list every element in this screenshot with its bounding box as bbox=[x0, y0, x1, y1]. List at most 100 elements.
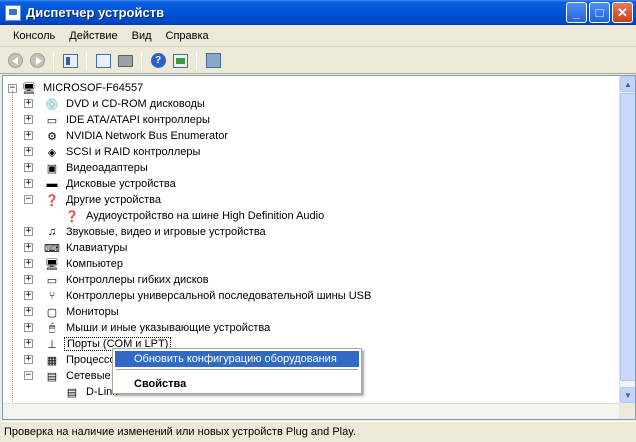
tree-category[interactable]: + ⑂ Контроллеры универсальной последовател… bbox=[24, 288, 373, 304]
collapse-toggle[interactable]: − bbox=[24, 195, 33, 204]
network-card-icon: ▤ bbox=[46, 370, 58, 383]
display-adapter-icon: ▣ bbox=[46, 162, 58, 175]
tree-category[interactable]: + ♫ Звуковые, видео и игровые устройства bbox=[24, 224, 268, 240]
tree-category[interactable]: + ▢ Мониторы bbox=[24, 304, 121, 320]
expand-toggle[interactable]: + bbox=[24, 259, 33, 268]
menu-separator bbox=[116, 369, 358, 370]
scroll-thumb[interactable] bbox=[620, 93, 635, 381]
tree-category[interactable]: + ◈ SCSI и RAID контроллеры bbox=[24, 144, 202, 160]
computer-icon: 🖥 bbox=[45, 258, 59, 271]
scsi-controller-icon: ◈ bbox=[47, 146, 57, 159]
expand-toggle[interactable]: + bbox=[24, 323, 33, 332]
tree-category-label: Другие устройства bbox=[66, 194, 161, 206]
view-button[interactable] bbox=[171, 52, 189, 70]
tree-category-label: Мыши и иные указывающие устройства bbox=[66, 322, 271, 334]
tree-category[interactable]: + ▬ Дисковые устройства bbox=[24, 176, 178, 192]
tree-category-label: NVIDIA Network Bus Enumerator bbox=[66, 130, 229, 142]
tree-category[interactable]: + ▣ Видеоадаптеры bbox=[24, 160, 150, 176]
close-button[interactable]: ✕ bbox=[612, 2, 633, 23]
speaker-icon: ♫ bbox=[47, 226, 57, 238]
maximize-button[interactable]: □ bbox=[589, 2, 610, 23]
scan-hardware-button[interactable] bbox=[204, 52, 222, 70]
context-menu: Обновить конфигурацию оборудования Свойс… bbox=[112, 348, 362, 394]
vertical-scrollbar[interactable]: ▲ ▼ bbox=[619, 76, 635, 403]
view-icon bbox=[172, 53, 188, 68]
window-controls: _ □ ✕ bbox=[566, 2, 633, 23]
network-card-icon: ▤ bbox=[66, 386, 78, 399]
collapse-toggle[interactable]: − bbox=[24, 371, 33, 380]
menu-view[interactable]: Вид bbox=[125, 30, 159, 42]
tree-category[interactable]: + ⌨ Клавиатуры bbox=[24, 240, 129, 256]
tree-root[interactable]: − 🖥 MICROSOF-F64557 bbox=[8, 80, 145, 96]
menu-action[interactable]: Действие bbox=[62, 30, 124, 42]
scan-hardware-icon bbox=[205, 53, 221, 68]
scrollbar-corner bbox=[619, 403, 635, 419]
help-icon: ? bbox=[150, 53, 166, 68]
usb-icon: ⑂ bbox=[48, 290, 56, 302]
expand-toggle[interactable]: + bbox=[24, 291, 33, 300]
properties-button[interactable] bbox=[94, 52, 112, 70]
status-bar: Проверка на наличие изменений или новых … bbox=[0, 421, 636, 442]
mouse-icon: 🖱 bbox=[48, 321, 56, 334]
help-button[interactable]: ? bbox=[149, 52, 167, 70]
tree-category[interactable]: − ❓ Другие устройства bbox=[24, 192, 163, 208]
menu-console[interactable]: Консоль bbox=[6, 30, 62, 42]
show-hide-tree-button[interactable] bbox=[61, 52, 79, 70]
horizontal-scrollbar[interactable] bbox=[3, 403, 620, 419]
tree-category-label: SCSI и RAID контроллеры bbox=[66, 146, 201, 158]
expand-toggle[interactable]: + bbox=[24, 163, 33, 172]
tree-category-label: Видеоадаптеры bbox=[66, 162, 148, 174]
status-text: Проверка на наличие изменений или новых … bbox=[4, 426, 356, 438]
tree-category[interactable]: + ▭ Контроллеры гибких дисков bbox=[24, 272, 211, 288]
expand-toggle[interactable]: + bbox=[24, 355, 33, 364]
tree-device[interactable]: ❓ Аудиоустройство на шине High Definition… bbox=[64, 208, 326, 224]
menu-bar: Консоль Действие Вид Справка bbox=[0, 25, 636, 47]
toolbar: ? bbox=[0, 48, 636, 74]
gear-icon: ⚙ bbox=[47, 130, 57, 143]
root-label: MICROSOF-F64557 bbox=[43, 82, 144, 94]
minimize-button[interactable]: _ bbox=[566, 2, 587, 23]
tree-category-label: Дисковые устройства bbox=[66, 178, 176, 190]
window-title: Диспетчер устройств bbox=[26, 5, 165, 20]
expand-toggle[interactable]: + bbox=[24, 115, 33, 124]
title-bar[interactable]: Диспетчер устройств _ □ ✕ bbox=[0, 0, 636, 25]
menu-properties[interactable]: Свойства bbox=[115, 376, 359, 392]
tree-category[interactable]: + 💿 DVD и CD-ROM дисководы bbox=[24, 96, 207, 112]
tree-device-label: Аудиоустройство на шине High Definition … bbox=[86, 210, 325, 222]
forward-button[interactable] bbox=[28, 52, 46, 70]
computer-icon: 🖥 bbox=[22, 82, 36, 95]
tree-category-label: Звуковые, видео и игровые устройства bbox=[66, 226, 266, 238]
toolbar-separator bbox=[196, 51, 197, 70]
menu-help[interactable]: Справка bbox=[159, 30, 216, 42]
print-button[interactable] bbox=[116, 52, 134, 70]
scroll-down-arrow[interactable]: ▼ bbox=[620, 387, 635, 403]
tree-category-label: Контроллеры гибких дисков bbox=[66, 274, 209, 286]
toolbar-separator bbox=[53, 51, 54, 70]
expand-toggle[interactable]: + bbox=[24, 275, 33, 284]
scroll-up-arrow[interactable]: ▲ bbox=[620, 76, 635, 92]
unknown-device-icon: ❓ bbox=[65, 210, 79, 223]
expand-toggle[interactable]: + bbox=[24, 99, 33, 108]
tree-category-label: Клавиатуры bbox=[66, 242, 128, 254]
tree-category[interactable]: + ▭ IDE ATA/ATAPI контроллеры bbox=[24, 112, 212, 128]
tree-guide-line bbox=[12, 90, 13, 416]
expand-toggle[interactable]: + bbox=[24, 227, 33, 236]
port-icon: ⊥ bbox=[47, 338, 57, 351]
expand-toggle[interactable]: + bbox=[24, 131, 33, 140]
expand-toggle[interactable]: + bbox=[24, 307, 33, 316]
expand-toggle[interactable]: + bbox=[24, 243, 33, 252]
tree-category[interactable]: + ⚙ NVIDIA Network Bus Enumerator bbox=[24, 128, 230, 144]
tree-category-label: IDE ATA/ATAPI контроллеры bbox=[66, 114, 210, 126]
expand-toggle[interactable]: + bbox=[24, 147, 33, 156]
tree-category-label: DVD и CD-ROM дисководы bbox=[66, 98, 205, 110]
menu-scan-hardware[interactable]: Обновить конфигурацию оборудования bbox=[115, 351, 359, 367]
cdrom-icon: 💿 bbox=[45, 98, 59, 111]
expand-toggle[interactable]: + bbox=[24, 339, 33, 348]
tree-category-label: Компьютер bbox=[66, 258, 123, 270]
floppy-controller-icon: ▭ bbox=[46, 274, 58, 287]
tree-category[interactable]: + 🖱 Мыши и иные указывающие устройства bbox=[24, 320, 272, 336]
printer-icon bbox=[117, 54, 133, 67]
tree-category[interactable]: + 🖥 Компьютер bbox=[24, 256, 125, 272]
back-button[interactable] bbox=[6, 52, 24, 70]
expand-toggle[interactable]: + bbox=[24, 179, 33, 188]
